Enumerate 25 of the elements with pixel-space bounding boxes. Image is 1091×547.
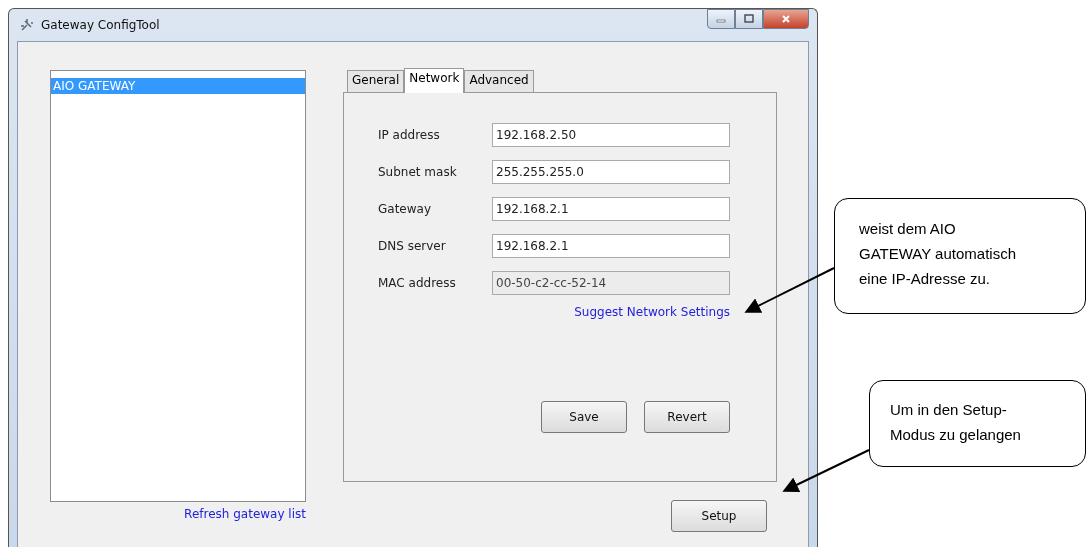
setup-button[interactable]: Setup (671, 500, 767, 532)
input-field[interactable]: 192.168.2.1 (492, 234, 730, 258)
input-field[interactable]: 192.168.2.50 (492, 123, 730, 147)
field-label: Subnet mask (378, 165, 458, 179)
field-label: DNS server (378, 239, 447, 253)
maximize-icon (744, 14, 754, 24)
maximize-button[interactable] (735, 9, 763, 29)
input-field[interactable]: 192.168.2.1 (492, 197, 730, 221)
field-label: Gateway (378, 202, 432, 216)
close-icon (781, 14, 791, 24)
tab[interactable]: General (347, 70, 405, 92)
close-button[interactable] (763, 9, 809, 29)
field-label: IP address (378, 128, 441, 142)
window-title: Gateway ConfigTool (41, 18, 160, 32)
tab[interactable]: Advanced (464, 70, 534, 92)
callout-note: Um in den Setup- Modus zu gelangen (869, 380, 1086, 467)
action-button[interactable]: Revert (644, 401, 730, 433)
action-button[interactable]: Save (541, 401, 627, 433)
refresh-link[interactable]: Refresh gateway list (184, 507, 306, 521)
minimize-button[interactable] (707, 9, 735, 29)
input-field[interactable]: 255.255.255.0 (492, 160, 730, 184)
callout-note: weist dem AIO GATEWAY automatisch eine IP-Adresse zu. (834, 198, 1086, 314)
field-label: MAC address (378, 276, 457, 290)
suggest-settings-link[interactable]: Suggest Network Settings (574, 305, 730, 319)
tab[interactable]: Network (404, 68, 465, 93)
